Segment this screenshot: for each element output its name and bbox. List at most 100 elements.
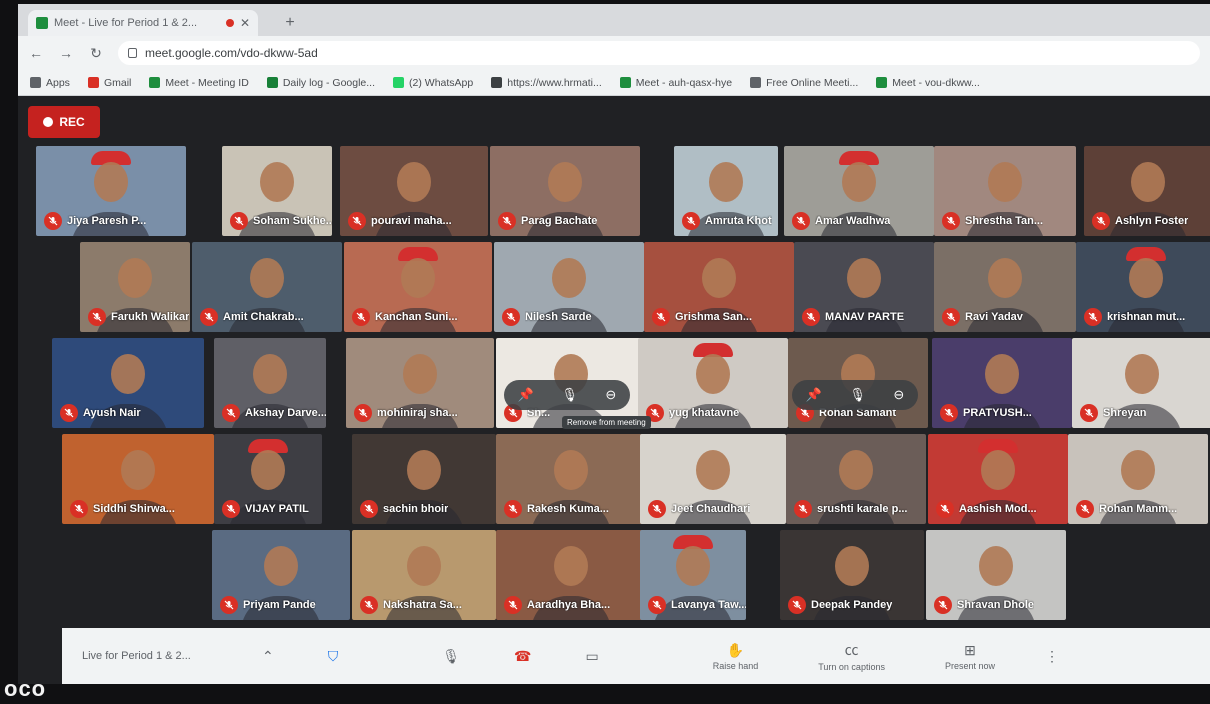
participant-tile[interactable]: Shrestha Tan... [934,146,1076,236]
participant-tile[interactable]: Ashlyn Foster [1084,146,1210,236]
participant-video [253,354,287,395]
participant-tile[interactable]: Farukh Walikar [80,242,190,332]
raise-hand-button[interactable]: ✋ Raise hand [713,642,759,671]
participant-tile[interactable]: krishnan mut... [1076,242,1210,332]
participant-tile[interactable]: mohiniraj sha... [346,338,494,428]
participant-name: Jiya Paresh P... [67,215,147,227]
participant-tile[interactable]: Jeet Chaudhari [640,434,786,524]
participant-tile[interactable]: pouravi maha... [340,146,488,236]
mic-muted-icon [60,404,78,422]
bookmark-item[interactable]: Daily log - Google... [266,77,375,89]
lock-icon [128,48,137,58]
microphone-button[interactable]: 🎙 [442,648,460,665]
bookmark-item[interactable]: https://www.hrmati... [491,77,602,89]
participant-tile[interactable]: Rakesh Kuma... [496,434,646,524]
remove-participant-icon[interactable]: ⊖ [893,387,904,403]
participant-tile[interactable]: PRATYUSH... [932,338,1072,428]
mic-muted-icon [70,500,88,518]
participant-label: Parag Bachate [498,212,597,230]
present-button[interactable]: ⊞ Present now [945,642,995,671]
watermark: oco [4,676,47,701]
mute-participant-icon[interactable]: 🎙 [561,387,578,403]
participant-tile[interactable]: Amruta Khot [674,146,778,236]
forward-button[interactable]: → [58,45,74,61]
reload-button[interactable]: ↻ [88,45,104,62]
browser-tab[interactable]: Meet - Live for Period 1 & 2... ✕ [28,10,258,36]
bookmark-item[interactable]: Meet - Meeting ID [149,77,249,89]
tile-hover-controls[interactable]: 📌 🎙 ⊖ [504,380,630,410]
participant-video [407,450,441,491]
participant-tile[interactable]: Shravan Dhole [926,530,1066,620]
bookmark-item[interactable]: Apps [30,77,70,89]
pin-icon[interactable]: 📌 [518,387,534,403]
remove-participant-icon[interactable]: ⊖ [605,387,616,403]
participant-video [251,450,285,491]
close-tab-icon[interactable]: ✕ [240,16,250,30]
back-button[interactable]: ← [28,45,44,61]
participant-label: Shreyan [1080,404,1146,422]
participant-tile[interactable]: Soham Sukhe... [222,146,332,236]
participant-tile[interactable]: Rohan Manm... [1068,434,1208,524]
participant-tile[interactable]: Parag Bachate [490,146,640,236]
participant-tile[interactable]: Kanchan Suni... [344,242,492,332]
participant-tile[interactable]: Ravi Yadav [934,242,1076,332]
participant-tile[interactable]: Jiya Paresh P... [36,146,186,236]
present-icon: ⊞ [964,641,976,658]
meeting-controls-bar: Live for Period 1 & 2... ⌃ ⛉ 🎙 ☎ ▭ ✋ Rai… [62,628,1210,684]
participant-tile[interactable]: Deepak Pandey [780,530,924,620]
participant-tile[interactable]: Akshay Darve... [214,338,326,428]
participant-tile[interactable]: Lavanya Taw... [640,530,746,620]
participant-name: srushti karale p... [817,503,908,515]
participant-tile[interactable]: Amar Wadhwa [784,146,934,236]
expand-chevron-icon[interactable]: ⌃ [262,648,274,665]
participant-tile[interactable]: Siddhi Shirwa... [62,434,214,524]
participant-tile[interactable]: yug khatavne [638,338,788,428]
participant-name: Nilesh Sarde [525,311,592,323]
shield-icon[interactable]: ⛉ [328,648,339,665]
participant-tile[interactable]: Grishma San... [644,242,794,332]
participant-tile[interactable]: Nilesh Sarde [494,242,644,332]
mute-participant-icon[interactable]: 🎙 [849,387,866,403]
recording-dot-icon [225,19,234,27]
bookmark-item[interactable]: Free Online Meeti... [750,77,858,89]
more-options-icon[interactable]: ⋮ [1045,648,1059,665]
participant-video [1129,258,1163,299]
participant-tile[interactable]: Shreyan [1072,338,1210,428]
end-call-button[interactable]: ☎ [514,648,531,665]
bookmark-item[interactable]: Gmail [87,77,131,89]
participant-name: Akshay Darve... [245,407,326,419]
participant-tile[interactable]: Ayush Nair [52,338,204,428]
participant-video [552,258,586,299]
pin-icon[interactable]: 📌 [806,387,822,403]
bookmark-item[interactable]: Meet - vou-dkww... [876,77,980,89]
participant-tile[interactable]: srushti karale p... [786,434,926,524]
participant-tile[interactable]: sachin bhoir [352,434,496,524]
participant-video [835,546,869,587]
participant-label: Kanchan Suni... [352,308,458,326]
participant-tile[interactable]: Aaradhya Bha... [496,530,646,620]
camera-button[interactable]: ▭ [585,648,598,665]
participant-tile[interactable]: Priyam Pande [212,530,350,620]
participant-tile[interactable]: Aashish Mod... [928,434,1068,524]
participant-label: Nilesh Sarde [502,308,592,326]
meeting-title[interactable]: Live for Period 1 & 2... [82,650,252,662]
participant-name: krishnan mut... [1107,311,1186,323]
bookmark-item[interactable]: (2) WhatsApp [393,77,473,89]
tile-hover-controls[interactable]: 📌 🎙 ⊖ [792,380,918,410]
participant-video [554,546,588,587]
url-field[interactable]: meet.google.com/vdo-dkww-5ad [118,41,1200,65]
participant-tile[interactable]: MANAV PARTE [794,242,934,332]
participant-label: Shrestha Tan... [942,212,1043,230]
participant-name: Rakesh Kuma... [527,503,609,515]
meet-stage: REC Jiya Paresh P... Soham Sukhe... pourav… [18,96,1210,628]
participant-tile[interactable]: Nakshatra Sa... [352,530,496,620]
mic-muted-icon [88,308,106,326]
participant-tile[interactable]: Amit Chakrab... [192,242,342,332]
bookmark-item[interactable]: Meet - auh-qasx-hye [619,77,732,89]
participant-video [260,162,294,203]
participant-name: mohiniraj sha... [377,407,458,419]
new-tab-button[interactable]: + [280,13,300,33]
participant-tile[interactable]: VIJAY PATIL [214,434,322,524]
captions-button[interactable]: ㏄ Turn on captions [818,640,885,672]
participant-name: Priyam Pande [243,599,316,611]
